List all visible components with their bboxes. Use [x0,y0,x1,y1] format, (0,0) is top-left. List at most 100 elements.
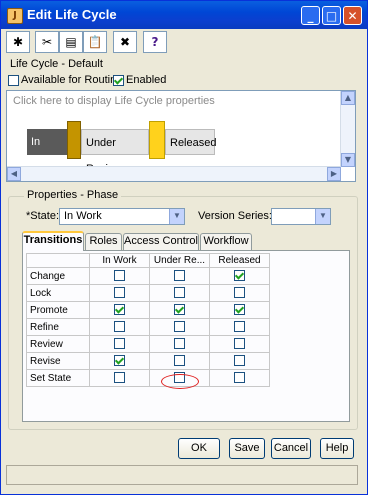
tab-workflow[interactable]: Workflow [200,233,252,250]
transition-checkbox[interactable] [234,270,245,281]
table-cell [149,318,210,336]
new-icon[interactable]: ✱ [6,31,30,53]
properties-group-title: Properties - Phase [24,189,122,201]
row-label: Review [26,335,90,353]
column-header[interactable]: Under Re... [149,253,210,268]
phase-released[interactable]: Released [165,129,216,155]
paste-icon[interactable]: 📋 [83,31,107,53]
column-header[interactable]: Released [209,253,270,268]
table-cell [149,369,210,387]
table-cell [89,352,150,370]
table-row: Promote [26,301,270,319]
table-cell [209,267,270,285]
save-button[interactable]: Save [229,438,265,459]
ok-button[interactable]: OK [178,438,220,459]
table-row: Review [26,335,270,353]
transition-checkbox[interactable] [114,372,125,383]
tab-roles[interactable]: Roles [85,233,122,250]
phase-in-work[interactable]: In Work [27,129,67,174]
scroll-left-icon[interactable]: ◀ [7,167,21,181]
table-cell [209,335,270,353]
help-icon[interactable]: ? [143,31,167,53]
transition-checkbox[interactable] [174,372,185,383]
life-cycle-diagram[interactable]: Click here to display Life Cycle propert… [6,90,356,182]
routing-checkbox[interactable] [8,75,19,86]
transition-checkbox[interactable] [234,355,245,366]
phase-in-work-marker[interactable] [67,121,81,159]
phase-released-marker[interactable] [149,121,165,159]
transition-checkbox[interactable] [114,338,125,349]
copy-icon[interactable]: ▤ [59,31,83,53]
transition-checkbox[interactable] [114,355,125,366]
table-cell [149,284,210,302]
scroll-up-icon[interactable]: ▲ [341,91,355,105]
routing-label: Available for Routing [21,74,123,86]
transition-checkbox[interactable] [174,270,185,281]
row-label: Change [26,267,90,285]
state-label: *State: [26,210,60,222]
transition-checkbox[interactable] [114,270,125,281]
table-row: Set State [26,369,270,387]
maximize-button[interactable]: □ [322,6,341,25]
help-button[interactable]: Help [320,438,354,459]
tab-transitions[interactable]: Transitions [22,231,84,251]
status-bar [6,465,358,485]
table-cell [89,267,150,285]
tab-access-control[interactable]: Access Control [123,233,199,250]
chevron-down-icon[interactable]: ▼ [315,209,330,224]
life-cycle-hint[interactable]: Click here to display Life Cycle propert… [13,95,215,107]
state-select[interactable]: In Work ▼ [59,208,185,225]
cancel-button[interactable]: Cancel [271,438,311,459]
enabled-checkbox[interactable] [113,75,124,86]
transition-checkbox[interactable] [174,287,185,298]
column-header-blank [26,253,90,268]
horizontal-scrollbar[interactable]: ◀ ▶ [7,166,341,181]
title-bar[interactable]: J Edit Life Cycle _ □ ✕ [1,1,367,29]
transition-checkbox[interactable] [234,338,245,349]
close-button[interactable]: ✕ [343,6,362,25]
transition-checkbox[interactable] [114,287,125,298]
transition-checkbox[interactable] [234,372,245,383]
transition-checkbox[interactable] [234,304,245,315]
table-cell [149,301,210,319]
chevron-down-icon[interactable]: ▼ [169,209,184,224]
window-title: Edit Life Cycle [27,7,117,22]
row-label: Promote [26,301,90,319]
transitions-table: In Work Under Re... Released Change Lock P… [26,253,270,387]
transition-checkbox[interactable] [174,304,185,315]
transition-checkbox[interactable] [174,338,185,349]
transition-checkbox[interactable] [174,355,185,366]
table-cell [149,352,210,370]
table-cell [209,284,270,302]
life-cycle-name: Life Cycle - Default [10,58,103,70]
version-series-label: Version Series: [198,210,272,222]
table-row: Revise [26,352,270,370]
table-cell [149,335,210,353]
enabled-label: Enabled [126,74,167,86]
column-header[interactable]: In Work [89,253,150,268]
version-series-select[interactable]: ▼ [271,208,331,225]
transition-checkbox[interactable] [234,287,245,298]
row-label: Refine [26,318,90,336]
scroll-down-icon[interactable]: ▼ [341,153,355,167]
cut-icon[interactable]: ✂ [35,31,59,53]
table-row: Lock [26,284,270,302]
table-cell [89,369,150,387]
vertical-scrollbar[interactable]: ▲ ▼ [340,91,355,167]
table-cell [209,318,270,336]
table-cell [89,284,150,302]
table-cell [89,318,150,336]
minimize-button[interactable]: _ [301,6,320,25]
scroll-right-icon[interactable]: ▶ [327,167,341,181]
transition-checkbox[interactable] [114,304,125,315]
table-cell [209,369,270,387]
transition-checkbox[interactable] [234,321,245,332]
transition-checkbox[interactable] [114,321,125,332]
phase-under-review[interactable]: Under Review [81,129,149,175]
table-row: Refine [26,318,270,336]
table-cell [89,301,150,319]
table-row: Change [26,267,270,285]
delete-icon[interactable]: ✖ [113,31,137,53]
table-cell [149,267,210,285]
transition-checkbox[interactable] [174,321,185,332]
